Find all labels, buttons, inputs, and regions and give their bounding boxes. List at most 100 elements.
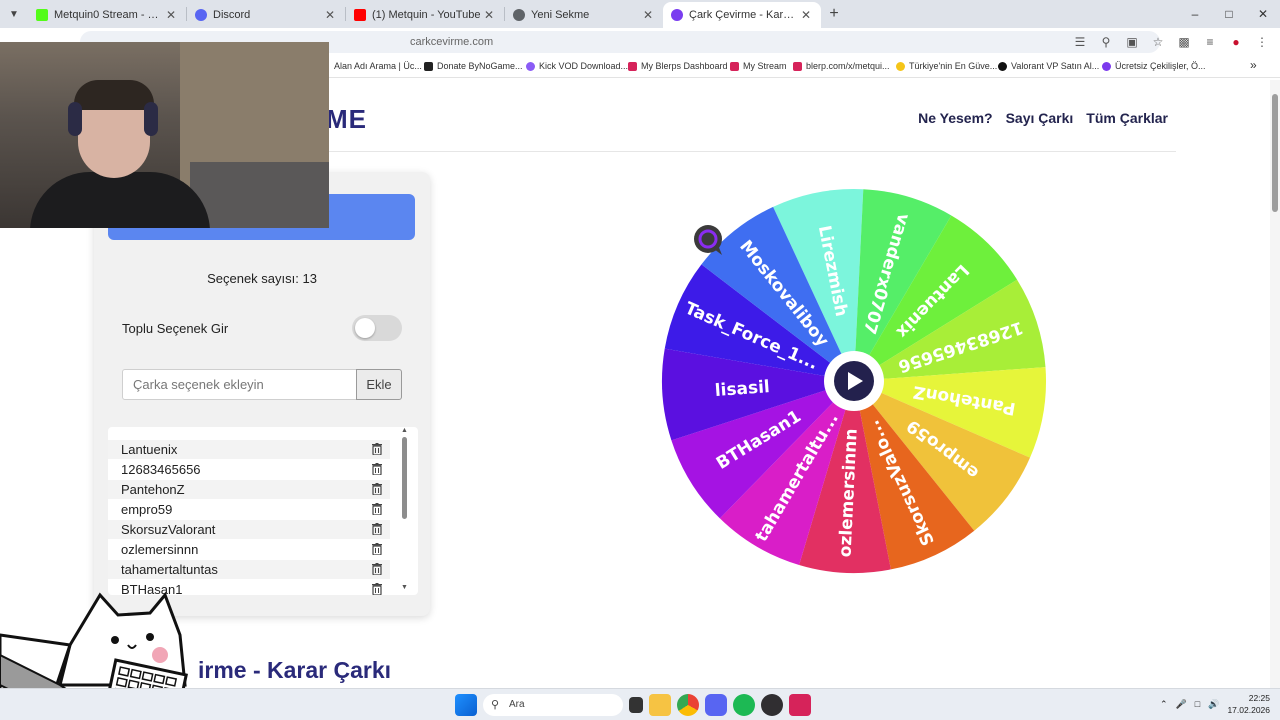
option-label: empro59 [121,502,173,517]
taskbar-search[interactable]: ⚲ Ara [483,694,623,716]
nav-sayi-carki[interactable]: Sayı Çarkı [1006,110,1074,126]
microphone-icon[interactable]: 🎤 [1176,699,1187,710]
trash-icon[interactable] [372,443,382,455]
add-option-button[interactable]: Ekle [356,369,402,400]
decision-wheel[interactable]: Lirezmish vanderx0707Lantuenix12683465656… [655,181,1055,581]
headset-right-icon [144,102,158,136]
option-label: Lantuenix [121,442,178,457]
bookmark-item[interactable]: My Stream [730,61,787,71]
bookmark-item[interactable]: Türkiye'nin En Güve... [896,61,997,71]
trash-icon[interactable] [372,503,382,515]
wheel-favicon-icon [671,9,683,21]
app-icon[interactable] [789,694,811,716]
tab-cark-cevirme[interactable]: Çark Çevirme - Karar Çarkı ✕ [663,2,821,28]
tab-discord[interactable]: Discord ✕ [187,2,345,28]
trash-icon[interactable] [372,543,382,555]
bookmark-item[interactable]: Kick VOD Download... [526,61,628,71]
close-tab-icon[interactable]: ✕ [323,8,337,22]
bookmark-star-icon[interactable]: ☆ [1148,32,1168,52]
blerp-icon [628,61,637,71]
cast-icon[interactable]: ▣ [1122,32,1142,52]
chrome-icon[interactable] [677,694,699,716]
scroll-thumb[interactable] [402,437,407,519]
new-tab-icon[interactable]: + [821,5,847,23]
site-logo[interactable]: ME [326,104,367,135]
spotify-icon[interactable] [733,694,755,716]
nav-tum-carklar[interactable]: Tüm Çarklar [1086,110,1168,126]
media-icon[interactable]: ≡ [1200,32,1220,52]
kick-vod-icon [526,61,535,71]
tab-strip: ▼ Metquin0 Stream - Watch Live ✕ Discord… [0,0,1280,28]
trash-icon[interactable] [372,463,382,475]
nav-ne-yesem[interactable]: Ne Yesem? [918,110,992,126]
trash-icon[interactable] [372,563,382,575]
zoom-icon[interactable]: ⚲ [1096,32,1116,52]
obs-icon[interactable] [761,694,783,716]
bookmark-item[interactable]: blerp.com/x/metqui... [793,61,890,71]
scroll-down-icon[interactable]: ▼ [401,584,408,591]
tab-kick[interactable]: Metquin0 Stream - Watch Live ✕ [28,2,186,28]
tab-new-tab[interactable]: Yeni Sekme ✕ [505,2,663,28]
bookmark-item[interactable]: Valorant VP Satın Al... [998,61,1099,71]
webcam-overlay [0,42,329,228]
option-label: tahamertaltuntas [121,562,218,577]
profile-avatar-icon[interactable]: ● [1226,32,1246,52]
wifi-icon[interactable]: □ [1195,699,1200,709]
system-tray: ⌃ 🎤 □ 🔊 22:25 17.02.2026 [1160,692,1270,716]
tray-chevron-icon[interactable]: ⌃ [1160,699,1168,710]
toggle-knob [355,318,375,338]
bookmark-label: Alan Adı Arama | Üc... [334,61,422,71]
page-scrollbar[interactable] [1270,80,1280,688]
option-list: Lantuenix 12683465656 PantehonZ empro59 … [108,427,418,595]
list-item: Lantuenix [108,440,390,459]
scroll-up-icon[interactable]: ▲ [401,427,408,434]
bookmark-item[interactable]: My Blerps Dashboard [628,61,728,71]
volume-icon[interactable]: 🔊 [1208,699,1219,710]
extensions-icon[interactable]: ▩ [1174,32,1194,52]
close-tab-icon[interactable]: ✕ [482,8,496,22]
blerp-icon [730,61,739,71]
maximize-icon[interactable]: □ [1212,0,1246,28]
option-label: PantehonZ [121,482,185,497]
close-window-icon[interactable]: ✕ [1246,0,1280,28]
bookmark-item[interactable]: Alan Adı Arama | Üc... [334,61,422,71]
tab-title: Çark Çevirme - Karar Çarkı [689,9,799,21]
kick-favicon-icon [36,9,48,21]
menu-kebab-icon[interactable]: ⋮ [1252,32,1272,52]
bookmark-item[interactable]: Donate ByNoGame... [424,61,523,71]
minimize-icon[interactable]: – [1178,0,1212,28]
option-input[interactable] [122,369,357,400]
close-tab-icon[interactable]: ✕ [799,8,813,22]
options-panel: Çevir Seçenek sayısı: 13 Toplu Seçenek G… [94,172,430,616]
list-item: SkorsuzValorant [108,520,390,539]
bookmark-label: Türkiye'nin En Güve... [909,61,998,71]
taskbar-clock[interactable]: 22:25 17.02.2026 [1227,692,1270,716]
discord-icon[interactable] [705,694,727,716]
list-item: PantehonZ [108,480,390,499]
youtube-favicon-icon [354,9,366,21]
translate-icon[interactable]: ☰ [1070,32,1090,52]
bulk-entry-toggle[interactable] [352,315,402,341]
bookmark-label: blerp.com/x/metqui... [806,61,890,71]
clock-time: 22:25 [1248,693,1270,703]
giveaway-icon [1102,61,1111,71]
tab-search-chevron-icon[interactable]: ▼ [0,0,28,28]
trash-icon[interactable] [372,483,382,495]
trash-icon[interactable] [372,583,382,595]
file-explorer-icon[interactable] [649,694,671,716]
page-scroll-thumb[interactable] [1272,94,1278,212]
valorant-icon [998,61,1007,71]
bookmark-item[interactable]: Ücretsiz Çekilişler, Ö... [1102,61,1206,71]
trash-icon[interactable] [372,523,382,535]
task-view-icon[interactable] [629,697,643,713]
wheel-pointer-icon [694,225,722,255]
window-controls: – □ ✕ [1178,0,1280,28]
close-tab-icon[interactable]: ✕ [641,8,655,22]
blerp-icon [793,61,802,71]
windows-start-icon[interactable] [455,694,477,716]
bookmarks-overflow-icon[interactable]: » [1250,58,1257,72]
list-scrollbar[interactable]: ▲ ▼ [400,427,410,595]
option-count: Seçenek sayısı: 13 [207,271,317,286]
tab-youtube[interactable]: (1) Metquin - YouTube ✕ [346,2,504,28]
close-tab-icon[interactable]: ✕ [164,8,178,22]
